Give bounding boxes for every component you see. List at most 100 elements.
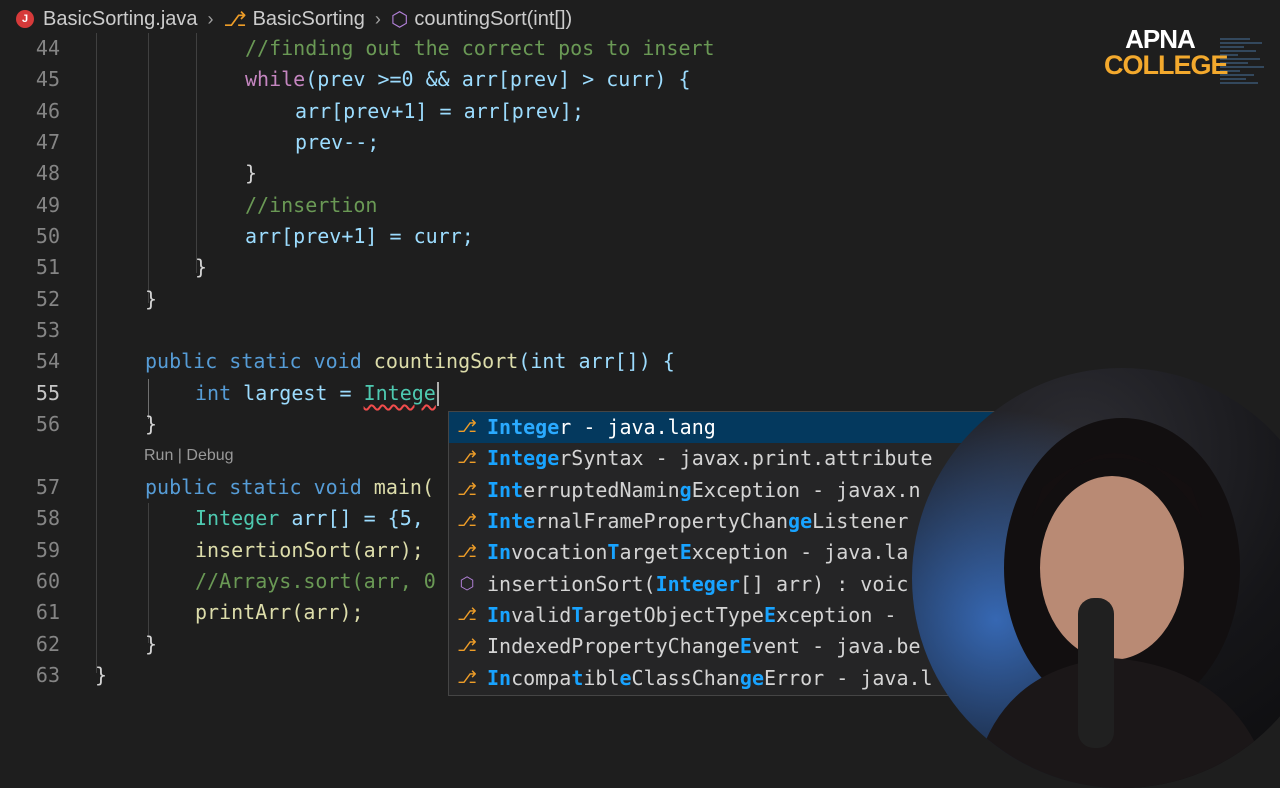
code-line-45[interactable]: while(prev >=0 && arr[prev] > curr) {	[92, 64, 972, 95]
line-number: 63	[35, 662, 60, 687]
method-cube-icon: ⬡	[459, 573, 475, 594]
suggestion-label: IndexedPropertyChangeEvent - java.be	[487, 631, 921, 662]
suggestion-text: rnalFramePropertyChan	[535, 509, 789, 534]
suggestion-text: valid	[511, 603, 572, 628]
line-number: 53	[35, 318, 60, 343]
match-highlight: Integer	[655, 571, 740, 596]
comment: //finding out the correct pos to insert	[245, 36, 715, 60]
suggestion-label: InvocationTargetException - java.la	[487, 537, 908, 568]
suggestion-text: ibl	[583, 665, 620, 690]
suggestion-text: argetObjectType	[583, 603, 764, 628]
suggestion-text: Exception - javax.n	[691, 477, 921, 502]
code-line-44[interactable]: //finding out the correct pos to insert	[92, 33, 972, 64]
suggestion-label: InternalFramePropertyChangeListener	[487, 506, 908, 537]
code-text: }	[145, 286, 158, 311]
suggestion-label: InvalidTargetObjectTypeException -	[487, 600, 896, 631]
line-number: 48	[35, 161, 60, 186]
suggestion-item[interactable]: ⎇ IncompatibleClassChangeError - java.l	[449, 663, 1009, 694]
class-icon: ⎇	[457, 605, 477, 626]
code-line-53[interactable]	[92, 315, 972, 346]
line-number: 52	[35, 286, 60, 311]
suggestion-text: xception -	[776, 603, 897, 628]
line-number: 51	[35, 255, 60, 280]
match-highlight: In	[487, 603, 512, 628]
match-highlight: e	[619, 665, 632, 690]
match-highlight: ge	[739, 665, 764, 690]
method-cube-icon: ⬡	[390, 8, 409, 31]
class-icon: ⎇	[457, 667, 477, 688]
suggestion-text: Listener	[812, 509, 909, 534]
match-highlight: T	[571, 603, 584, 628]
minimap-line	[1220, 82, 1258, 84]
minimap-line	[1220, 46, 1244, 48]
code-line-49[interactable]: //insertion	[92, 190, 972, 221]
match-highlight: t	[571, 665, 584, 690]
class-icon: ⎇	[457, 479, 477, 500]
code-line-52[interactable]: }	[92, 284, 972, 315]
line-number: 60	[35, 568, 60, 593]
line-number: 59	[35, 537, 60, 562]
code-text: arr[] = {5,	[291, 506, 424, 531]
code-line-54[interactable]: public static void countingSort(int arr[…	[92, 346, 972, 377]
code-line-50[interactable]: arr[prev+1] = curr;	[92, 221, 972, 252]
code-text: }	[145, 412, 158, 437]
chevron-right-icon: ›	[207, 8, 214, 29]
type-name: Integer	[195, 506, 280, 531]
code-text: largest =	[243, 380, 364, 405]
text-cursor	[436, 382, 439, 407]
class-icon: ⎇	[457, 511, 477, 532]
match-highlight: E	[679, 540, 692, 565]
match-highlight: ge	[788, 509, 813, 534]
code-line-51[interactable]: }	[92, 252, 972, 283]
line-number-gutter: 44 45 46 47 48 49 50 51 52 53 54 55 56 5…	[0, 33, 60, 691]
code-text: }	[195, 255, 208, 280]
class-icon: ⎇	[457, 542, 477, 563]
code-line-47[interactable]: prev--;	[92, 127, 972, 158]
type-keyword: int	[195, 380, 232, 405]
suggestion-text: rSyntax - javax.print.attribute	[559, 446, 933, 471]
method-name: main(	[373, 474, 435, 499]
minimap[interactable]	[1220, 36, 1272, 166]
breadcrumb-method[interactable]: countingSort(int[])	[414, 8, 572, 31]
line-number: 49	[35, 192, 60, 217]
match-highlight: In	[487, 540, 512, 565]
suggestion-item[interactable]: ⎇ InterruptedNamingException - javax.n	[449, 475, 1009, 506]
suggestion-item[interactable]: ⎇ IntegerSyntax - javax.print.attribute	[449, 443, 1009, 474]
code-line-48[interactable]: }	[92, 158, 972, 189]
method-name: countingSort	[373, 349, 519, 374]
match-highlight: Intege	[487, 446, 560, 471]
modifiers: public static void	[145, 474, 362, 499]
match-highlight: Inte	[487, 509, 536, 534]
line-number: 57	[35, 474, 60, 499]
breadcrumb-file[interactable]: BasicSorting.java	[43, 8, 198, 31]
line-number: 50	[35, 224, 60, 249]
line-number-spacer	[0, 440, 60, 471]
code-text: }	[95, 662, 108, 687]
code-text: arr[prev+1] = curr;	[245, 224, 474, 249]
minimap-line	[1220, 42, 1262, 44]
suggestion-text: [] arr) : voic	[739, 571, 909, 596]
code-line-55[interactable]: int largest = Intege	[92, 378, 972, 409]
suggestion-text: erruptedNamin	[523, 477, 680, 502]
suggestion-text: vent - java.be	[751, 634, 921, 659]
logo-line-1: APNA	[1125, 24, 1196, 54]
line-number-active: 55	[35, 380, 60, 405]
suggestion-text: IndexedPropertyChange	[487, 634, 740, 659]
code-line-46[interactable]: arr[prev+1] = arr[prev];	[92, 96, 972, 127]
code-text: arr[prev+1] = arr[prev];	[295, 98, 584, 123]
comment: //insertion	[245, 192, 378, 217]
suggestion-text: r - java.lang	[559, 415, 716, 439]
suggestion-label: insertionSort(Integer[] arr) : voic	[487, 569, 908, 600]
suggestion-item[interactable]: ⎇ Integer - java.lang	[449, 412, 1009, 444]
apna-college-logo: APNA COLLEGE	[1104, 24, 1229, 79]
suggestion-text: arget	[619, 540, 680, 565]
class-icon: ⎇	[457, 636, 477, 657]
line-number: 58	[35, 506, 60, 531]
match-highlight: E	[739, 634, 752, 659]
breadcrumb-class[interactable]: BasicSorting	[253, 8, 365, 31]
code-text: (prev >=0 && arr[prev] > curr) {	[305, 67, 691, 92]
java-file-icon: J	[16, 10, 34, 28]
code-text: }	[245, 161, 258, 186]
suggestion-text: vocation	[511, 540, 608, 565]
code-text: prev--;	[295, 130, 380, 155]
